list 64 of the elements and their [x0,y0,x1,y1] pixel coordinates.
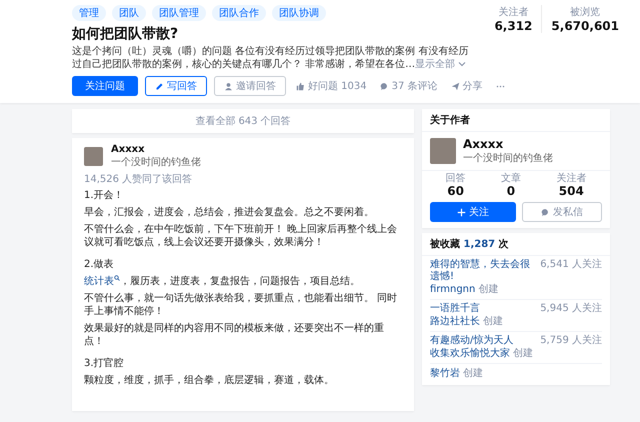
question-description: 这是个拷问（吐）灵魂（嚼）的问题 各位有没有经历过领导把团队带散的案例 有没有经历过自己把团队带散的案例，核心的关键点有哪几个？ 非常感谢，希望在各位…显示全部 [72,45,470,71]
collection-title[interactable]: 难得的智慧，失去会很遗憾! [430,259,538,284]
comment-icon [380,82,389,90]
chevron-down-icon[interactable] [458,60,466,68]
answer-paragraph: 颗粒度，维度，抓手，组合拳，底层逻辑，赛道，载体。 [84,374,335,387]
collection-title[interactable]: 有趣感动/惊为天人 [430,335,514,348]
author-name[interactable]: Axxxx [463,137,553,151]
answer-paragraph: 不管什么会，在中午吃饭前，下午下班前开！ 晚上回家后再整个线上会议就可看吃饭点，线上会议还要开摄像头，效果满分！ [84,223,398,249]
author-bio: 一个没时间的钓鱼佬 [463,152,553,165]
follow-button[interactable]: 关注 [430,202,516,222]
stat-label: 关注者 [498,6,528,19]
question-title: 如何把团队带散? [72,25,180,43]
collection-creator[interactable]: firmngnn 创建 [430,284,602,296]
search-icon [114,275,120,281]
follower-count: 6,541 人关注 [540,259,602,272]
section-heading: 2.做表 [84,258,115,271]
answer-paragraph: 效果最好的就是同样的内容用不同的模板来做，还要突出不一样的重点！ [84,322,385,348]
section-heading: 1.开会！ [84,189,125,202]
follower-count: 5,945 人关注 [540,303,602,316]
stat-value: 6,312 [494,19,532,33]
answer-paragraph: 统计表 ，履历表，进度表，复盘报告，问题报告，项目总结。 [84,275,361,288]
keyword-link[interactable]: 统计表 [84,276,120,287]
answer-paragraph: 不管什么事，就一句话先做张表给我，要抓重点，也能看出细节。 同时手上事情不能停！ [84,292,398,318]
stat-label: 被浏览 [570,6,600,19]
stat-value: 60 [447,184,464,198]
topic-tag[interactable]: 管理 [72,5,106,21]
section-title: 被收藏 1,287 次 [422,233,610,256]
collection-creator[interactable]: 黎竹岩 创建 [430,368,602,380]
chat-icon [541,208,550,217]
avatar-image [430,138,456,164]
view-all-answers-link[interactable]: 查看全部 643 个回答 [72,109,414,133]
plus-icon [457,208,466,217]
action-button[interactable]: 邀请回答 [214,76,286,96]
action-button[interactable]: 关注问题 [72,76,138,96]
share-icon [450,82,460,90]
stat-value: 5,670,601 [551,19,619,33]
answer-paragraph: 早会，汇报会，进度会，总结会，推进会复盘会。总之不要闲着。 [84,206,375,219]
thumbs-up-icon [296,82,305,90]
collection-title[interactable]: 一语胜千言 [430,303,480,316]
collection-creator[interactable]: 收集欢乐愉悦大家 创建 [430,348,602,360]
action-link[interactable]: 好问题 1034 [293,75,370,97]
follower-count: 5,759 人关注 [540,335,602,348]
action-link[interactable]: 37 条评论 [376,75,441,97]
topic-tag[interactable]: 团队协调 [272,5,326,21]
pen-icon [155,82,164,90]
stat-value: 504 [558,184,584,198]
action-button[interactable]: 写回答 [145,76,207,96]
stat-label: 回答 [446,173,466,184]
stat-label: 关注者 [556,173,586,184]
topic-tag[interactable]: 团队合作 [212,5,266,21]
avatar-image [84,147,103,166]
topic-tag[interactable]: 团队管理 [152,5,206,21]
stat-label: 文章 [500,173,521,184]
message-button[interactable]: 发私信 [522,202,602,222]
action-link[interactable]: 分享 [448,75,486,97]
stat-value: 0 [506,184,516,198]
author-name[interactable]: Axxxx [111,144,201,155]
vote-count: 14,526 人赞同了该回答 [84,172,194,186]
topic-tag[interactable]: 团队 [112,5,146,21]
author-bio: 一个没时间的钓鱼佬 [111,156,201,169]
collection-creator[interactable]: 路边社社长 创建 [430,316,602,328]
section-heading: 3.打官腔 [84,357,125,370]
section-title: 关于作者 [422,109,610,132]
person-icon [224,82,233,90]
